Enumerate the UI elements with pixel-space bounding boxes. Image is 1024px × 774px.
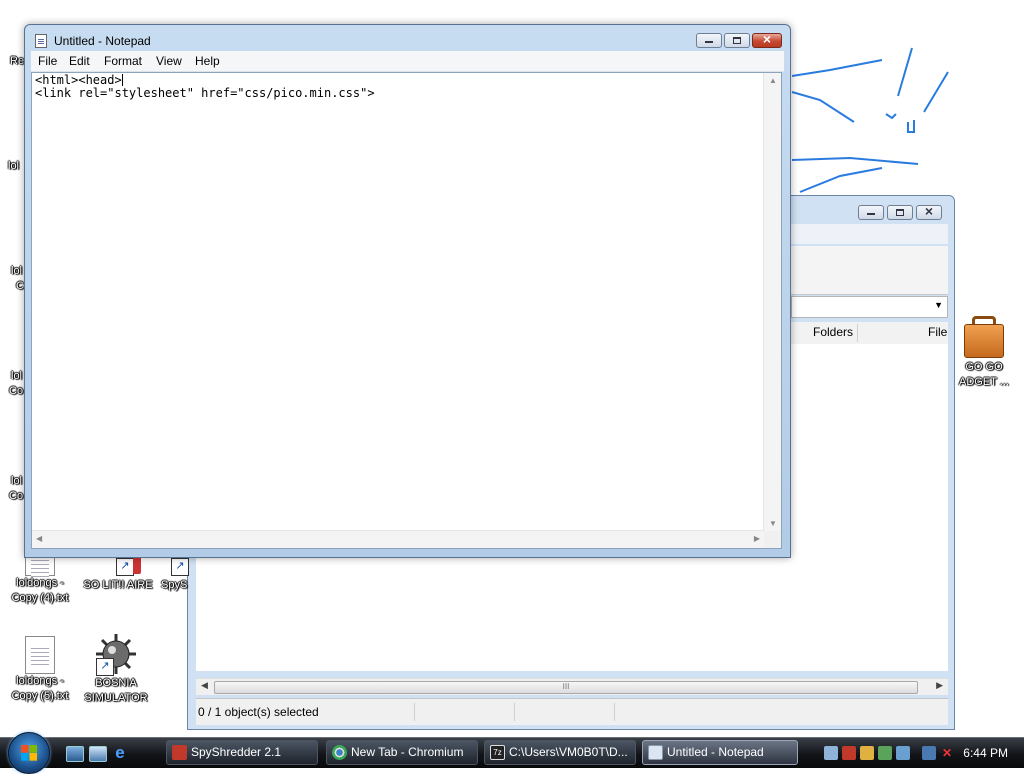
scroll-left-icon[interactable]: ◀ [36, 534, 42, 543]
tray-app-icon[interactable] [878, 746, 892, 760]
scroll-down-icon[interactable]: ▼ [769, 519, 777, 528]
text-caret [121, 74, 123, 86]
explorer-maximize-button[interactable] [887, 205, 913, 220]
desktop-icon-spyshredder[interactable]: ↗ SpyS [155, 556, 189, 593]
vertical-scrollbar[interactable]: ▲ ▼ [763, 73, 781, 531]
desktop-icon-label: BOSNIA [95, 677, 137, 689]
explorer-toolbar [791, 224, 948, 244]
text-file-icon [25, 636, 55, 674]
tray-app-icon[interactable] [896, 746, 910, 760]
network-icon[interactable] [922, 746, 936, 760]
desktop-icon-label: loldongs - [16, 675, 64, 687]
editor-line-2: <link rel="stylesheet" href="css/pico.mi… [35, 86, 375, 100]
taskbar-item-label: New Tab - Chromium [351, 745, 464, 759]
scroll-right-icon[interactable]: ▶ [754, 534, 760, 543]
desktop-icon-label: ADGET ... [959, 376, 1009, 388]
taskbar: e SpyShredder 2.1 New Tab - Chromium 7z … [0, 732, 1024, 774]
notepad-icon[interactable] [35, 34, 47, 48]
taskbar-item-spyshredder[interactable]: SpyShredder 2.1 [166, 740, 318, 765]
briefcase-icon [964, 316, 1004, 360]
desktop-icon-label-partial: Co [9, 385, 24, 397]
desktop-icon-label-partial: lol [11, 370, 23, 382]
editor-text[interactable]: <html><head> <link rel="stylesheet" href… [35, 74, 761, 530]
desktop-icon-label: SO LIT!! AIRE [83, 579, 153, 591]
text-editor[interactable]: <html><head> <link rel="stylesheet" href… [31, 72, 782, 549]
desktop-icon-label-partial: lol [11, 475, 23, 487]
show-desktop-icon[interactable] [66, 746, 84, 762]
desktop-icon-label-partial: Co [9, 490, 24, 502]
notepad-icon [648, 745, 663, 760]
scroll-up-icon[interactable]: ▲ [769, 76, 777, 85]
7zip-icon: 7z [490, 745, 505, 760]
status-text: 0 / 1 object(s) selected [198, 705, 319, 719]
notepad-window[interactable]: Untitled - Notepad File Edit Format View… [24, 24, 791, 558]
shortcut-icon: ↗ [155, 556, 189, 578]
scroll-left-icon[interactable]: ◀ [201, 680, 208, 691]
desktop-scribble [791, 47, 949, 193]
clock[interactable]: 6:44 PM [963, 746, 1008, 760]
tray-app-icon[interactable] [842, 746, 856, 760]
spyshredder-icon [172, 745, 187, 760]
explorer-status-bar: 0 / 1 object(s) selected [196, 698, 948, 725]
menu-edit[interactable]: Edit [69, 54, 90, 68]
menu-bar: File Edit Format View Help [31, 51, 784, 72]
desktop-icon-label-partial: Re [10, 55, 25, 67]
desktop-icon-label-partial: lol [11, 265, 23, 277]
explorer-minimize-button[interactable] [858, 205, 884, 220]
close-button[interactable] [752, 31, 782, 48]
desktop-icon-label: loldongs - [16, 577, 64, 589]
explorer-close-button[interactable] [916, 203, 942, 220]
editor-line-1: <html><head> [35, 73, 122, 87]
divider [857, 324, 858, 342]
desktop-icon-go-go-gadget[interactable]: GO GO ADGET ... [944, 316, 1024, 390]
chromium-icon [332, 745, 347, 760]
divider [514, 703, 515, 721]
scrollbar-thumb[interactable]: III [214, 681, 918, 694]
resize-grip[interactable] [764, 531, 781, 548]
internet-explorer-icon[interactable]: e [112, 744, 128, 761]
taskbar-item-7zip[interactable]: 7z C:\Users\VM0B0T\D... [484, 740, 636, 765]
maximize-button[interactable] [724, 33, 750, 48]
taskbar-item-label: SpyShredder 2.1 [191, 745, 282, 759]
desktop-icon-label: SpyS [161, 579, 188, 591]
tray-app-icon[interactable] [824, 746, 838, 760]
tab-folders[interactable]: Folders [813, 325, 853, 339]
taskbar-item-label: C:\Users\VM0B0T\D... [509, 745, 628, 759]
desktop-icon-label: SIMULATOR [84, 692, 148, 704]
explorer-tabs: Folders File [791, 322, 948, 345]
divider [614, 703, 615, 721]
desktop-icon-bosnia-simulator[interactable]: ↗ BOSNIA SIMULATOR [76, 632, 156, 706]
shortcut-icon: ↗ [101, 556, 141, 578]
explorer-horizontal-scrollbar[interactable]: ◀ III ▶ [196, 678, 948, 695]
desktop-icon-label: Copy (5).txt [11, 690, 69, 702]
horizontal-scrollbar[interactable]: ◀ ▶ [32, 530, 764, 548]
desktop-icon-so-lit-aire[interactable]: ↗ SO LIT!! AIRE [78, 556, 158, 593]
chevron-down-icon[interactable]: ▼ [934, 300, 943, 310]
taskbar-item-label: Untitled - Notepad [667, 745, 764, 759]
switch-windows-icon[interactable] [89, 746, 107, 762]
scroll-right-icon[interactable]: ▶ [936, 680, 943, 691]
desktop-icon-loldongs-copy-5[interactable]: loldongs - Copy (5).txt [0, 636, 80, 704]
menu-file[interactable]: File [38, 54, 57, 68]
desktop-icon-label-partial: lol [8, 160, 20, 172]
system-tray: ✕ 6:44 PM [814, 738, 1024, 768]
menu-help[interactable]: Help [195, 54, 220, 68]
taskbar-item-notepad[interactable]: Untitled - Notepad [642, 740, 798, 765]
window-title: Untitled - Notepad [54, 34, 151, 48]
explorer-command-bar [791, 246, 948, 295]
taskbar-item-chromium[interactable]: New Tab - Chromium [326, 740, 478, 765]
desktop-icon-label: Copy (4).txt [11, 592, 69, 604]
volume-muted-icon[interactable]: ✕ [940, 746, 954, 760]
minimize-button[interactable] [696, 33, 722, 48]
mine-icon: ↗ [94, 632, 138, 676]
desktop-icon-label: GO GO [965, 361, 1003, 373]
desktop-icon-label-partial: C [16, 280, 24, 292]
explorer-address-bar[interactable]: ▼ [791, 296, 948, 318]
tray-app-icon[interactable] [860, 746, 874, 760]
divider [414, 703, 415, 721]
menu-view[interactable]: View [156, 54, 182, 68]
menu-format[interactable]: Format [104, 54, 142, 68]
